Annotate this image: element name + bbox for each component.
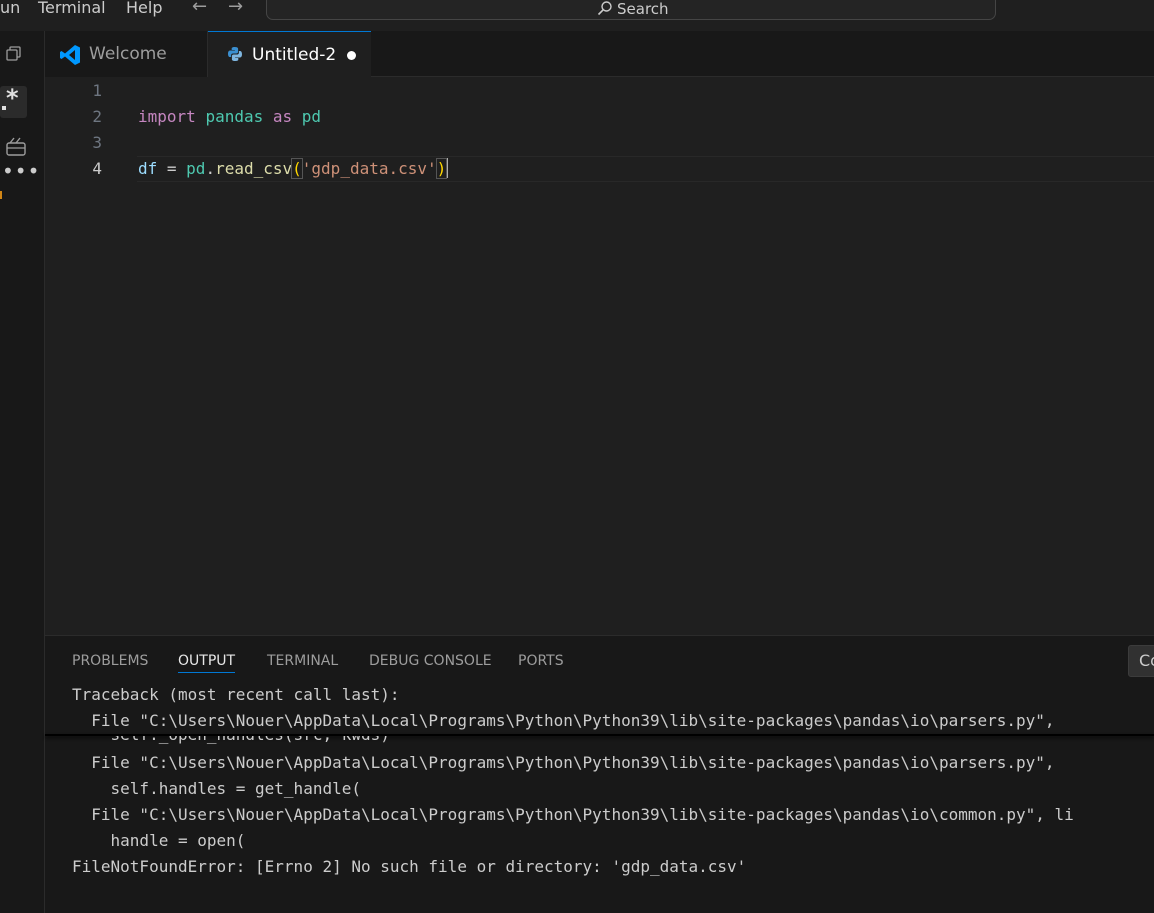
forward-arrow-icon[interactable]: → <box>228 0 243 16</box>
tab-output[interactable]: OUTPUT <box>178 650 236 673</box>
open-paren: ( <box>291 158 303 179</box>
string-literal: 'gdp_data.csv' <box>301 159 437 178</box>
regex-icon[interactable]: * <box>0 84 27 118</box>
output-line: File "C:\Users\Nouer\AppData\Local\Progr… <box>72 711 1065 730</box>
line-number: 3 <box>92 133 102 152</box>
code-line-3: 3 <box>45 130 1154 156</box>
close-paren: ) <box>435 158 448 179</box>
output-line: Traceback (most recent call last): <box>72 685 400 704</box>
title-bar: un Terminal Help ← → Search <box>0 0 1154 31</box>
output-line: File "C:\Users\Nouer\AppData\Local\Progr… <box>72 805 1074 824</box>
tab-untitled-2[interactable]: Untitled-2 <box>208 31 371 78</box>
copy-icon[interactable] <box>5 45 23 63</box>
vscode-icon <box>60 45 80 65</box>
back-arrow-icon[interactable]: ← <box>192 0 207 16</box>
menu-terminal[interactable]: Terminal <box>38 0 106 20</box>
output-channel-select[interactable]: Co <box>1128 645 1154 677</box>
keyword-import: import <box>138 107 196 126</box>
keyword-as: as <box>272 107 293 126</box>
output-line: FileNotFoundError: [Errno 2] No such fil… <box>72 857 747 876</box>
menu-run[interactable]: un <box>0 0 20 20</box>
search-icon <box>597 1 612 16</box>
variable-df: df <box>138 159 158 178</box>
assign-operator: = <box>157 159 187 178</box>
module-name: pandas <box>205 107 264 126</box>
output-line: handle = open( <box>72 831 246 850</box>
unsaved-dot-icon[interactable] <box>347 51 356 60</box>
output-line: self.handles = get_handle( <box>72 779 361 798</box>
tab-ports[interactable]: PORTS <box>518 650 564 672</box>
code-line-1: 1 <box>45 78 1154 104</box>
search-label: Search <box>617 0 669 18</box>
dot-operator: . <box>205 159 216 178</box>
menu-help[interactable]: Help <box>126 0 162 20</box>
text-cursor <box>446 158 449 178</box>
module-ref: pd <box>186 159 206 178</box>
tab-untitled-2-label: Untitled-2 <box>252 45 337 65</box>
code-text[interactable]: df = pd.read_csv('gdp_data.csv') <box>138 156 449 182</box>
output-line: self._open_handles(src, kwds) <box>72 736 390 744</box>
tab-problems[interactable]: PROBLEMS <box>72 650 148 672</box>
line-number-active: 4 <box>92 159 102 178</box>
code-line-4: 4 df = pd.read_csv('gdp_data.csv') <box>45 156 1154 182</box>
tab-welcome[interactable]: Welcome <box>45 31 208 77</box>
line-number: 1 <box>92 81 102 100</box>
kernel-icon[interactable] <box>5 136 27 158</box>
search-label-wrap: Search <box>597 0 669 17</box>
function-read-csv: read_csv <box>215 159 293 178</box>
activity-bar: * ••• <box>0 31 45 913</box>
clipped-line-wrap: self._open_handles(src, kwds) <box>45 736 1154 744</box>
code-text[interactable]: import pandas as pd <box>138 104 321 130</box>
output-line: File "C:\Users\Nouer\AppData\Local\Progr… <box>72 753 1065 772</box>
code-line-2: 2 import pandas as pd <box>45 104 1154 130</box>
tab-debug-console[interactable]: DEBUG CONSOLE <box>369 650 492 672</box>
python-icon <box>228 47 242 61</box>
editor-tab-bar: Welcome Untitled-2 <box>45 31 1154 78</box>
module-alias: pd <box>301 107 322 126</box>
tab-welcome-label: Welcome <box>89 44 167 64</box>
line-number: 2 <box>92 107 102 126</box>
tab-terminal[interactable]: TERMINAL <box>267 650 338 672</box>
more-icon[interactable]: ••• <box>2 159 40 183</box>
bottom-panel: PROBLEMS OUTPUT TERMINAL DEBUG CONSOLE P… <box>45 635 1154 913</box>
command-center-search[interactable]: Search <box>266 0 996 20</box>
activity-badge-fragment <box>0 191 2 199</box>
code-editor[interactable]: 1 2 import pandas as pd 3 4 df = pd.read… <box>45 77 1154 635</box>
